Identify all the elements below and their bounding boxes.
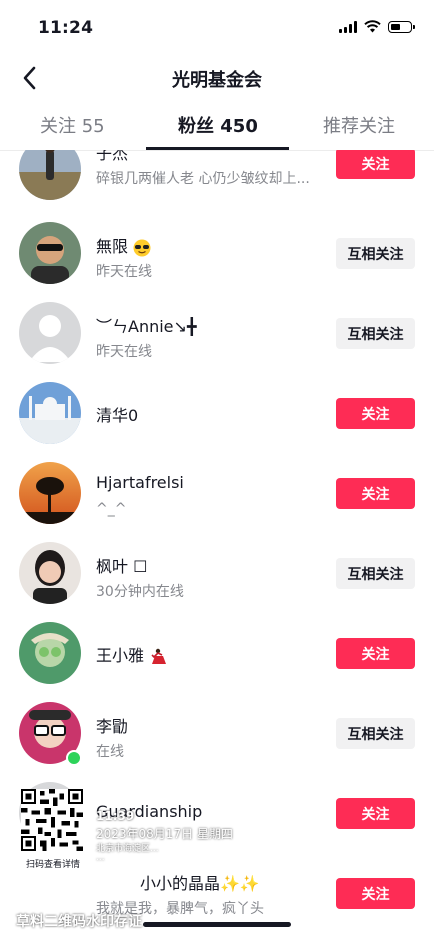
tab-recommended[interactable]: 推荐关注: [323, 112, 395, 138]
sunglasses-emoji-icon: [133, 239, 151, 256]
follower-list[interactable]: 子杰 碎银几两催人老 心仍少皱纹却上... 关注 無限 昨天在线 互相关注 ︶ㄣ…: [0, 150, 434, 935]
avatar[interactable]: [19, 462, 81, 524]
follower-name-text: 無限: [96, 237, 129, 256]
follower-name: Hjartafrelsi: [96, 473, 184, 492]
follower-name: 清华0: [96, 406, 139, 425]
follower-name: Guardianship: [96, 802, 203, 821]
follower-name: 王小雅: [96, 642, 167, 666]
avatar[interactable]: [19, 302, 81, 364]
follow-button[interactable]: 关注: [336, 398, 415, 429]
follow-button[interactable]: 关注: [336, 478, 415, 509]
tab-bar: 关注 55 粉丝 450 推荐关注: [0, 106, 434, 151]
tab-following[interactable]: 关注 55: [40, 112, 105, 138]
follower-bio: ^_^: [96, 501, 127, 517]
list-item[interactable]: 王小雅 关注: [0, 620, 434, 700]
tab-fans[interactable]: 粉丝 450: [178, 112, 258, 138]
battery-icon: [388, 20, 415, 33]
follow-button[interactable]: 关注: [336, 878, 415, 909]
list-item[interactable]: 枫叶 ☐ 30分钟内在线 互相关注: [0, 540, 434, 620]
mutual-follow-button[interactable]: 互相关注: [336, 238, 415, 269]
avatar[interactable]: [19, 222, 81, 284]
nav-bar: 光明基金会: [0, 52, 434, 104]
list-item[interactable]: 無限 昨天在线 互相关注: [0, 220, 434, 300]
default-avatar-icon: [19, 302, 81, 364]
status-bar: 11:24: [0, 0, 434, 52]
home-indicator[interactable]: [143, 922, 291, 927]
dancer-emoji-icon: [151, 648, 167, 664]
follower-status: 30分钟内在线: [96, 584, 184, 600]
status-icons: [339, 20, 415, 33]
follow-button[interactable]: 关注: [336, 798, 415, 829]
list-item[interactable]: 李勖 在线 互相关注: [0, 700, 434, 780]
follow-button[interactable]: 关注: [336, 638, 415, 669]
mutual-follow-button[interactable]: 互相关注: [336, 718, 415, 749]
avatar[interactable]: [19, 622, 81, 684]
follower-name: 李勖: [96, 717, 129, 736]
list-item[interactable]: 清华0 关注: [0, 380, 434, 460]
follower-bio: 我就是我，暴脾气，疯丫头: [96, 901, 264, 917]
follower-bio: 碎银几两催人老 心仍少皱纹却上...: [96, 171, 310, 187]
follow-button[interactable]: 关注: [336, 150, 415, 179]
follower-name-text: 王小雅: [96, 646, 145, 665]
list-item[interactable]: ︶ㄣAnnie↘╋ 昨天在线 互相关注: [0, 300, 434, 380]
list-item[interactable]: Guardianship 关注: [0, 780, 434, 860]
mutual-follow-button[interactable]: 互相关注: [336, 558, 415, 589]
follower-status: 昨天在线: [96, 344, 152, 360]
list-item[interactable]: Hjartafrelsi ^_^ 关注: [0, 460, 434, 540]
avatar[interactable]: [19, 150, 81, 200]
mutual-follow-button[interactable]: 互相关注: [336, 318, 415, 349]
follower-name: 無限: [96, 233, 151, 257]
follower-name: 枫叶 ☐: [96, 557, 148, 576]
list-item[interactable]: 子杰 碎银几两催人老 心仍少皱纹却上... 关注: [0, 150, 434, 220]
follower-name: 子杰: [96, 150, 129, 163]
wifi-icon: [364, 20, 381, 33]
follower-status: 昨天在线: [96, 264, 152, 280]
status-time: 11:24: [38, 18, 94, 38]
signal-icon: [339, 20, 357, 33]
follower-name: 小小的晶晶✨✨: [140, 874, 260, 893]
online-indicator: [66, 750, 82, 766]
avatar[interactable]: [19, 542, 81, 604]
avatar[interactable]: [19, 382, 81, 444]
follower-status: 在线: [96, 744, 124, 760]
follower-name: ︶ㄣAnnie↘╋: [96, 317, 197, 336]
page-title: 光明基金会: [172, 70, 262, 91]
avatar[interactable]: [19, 782, 81, 844]
